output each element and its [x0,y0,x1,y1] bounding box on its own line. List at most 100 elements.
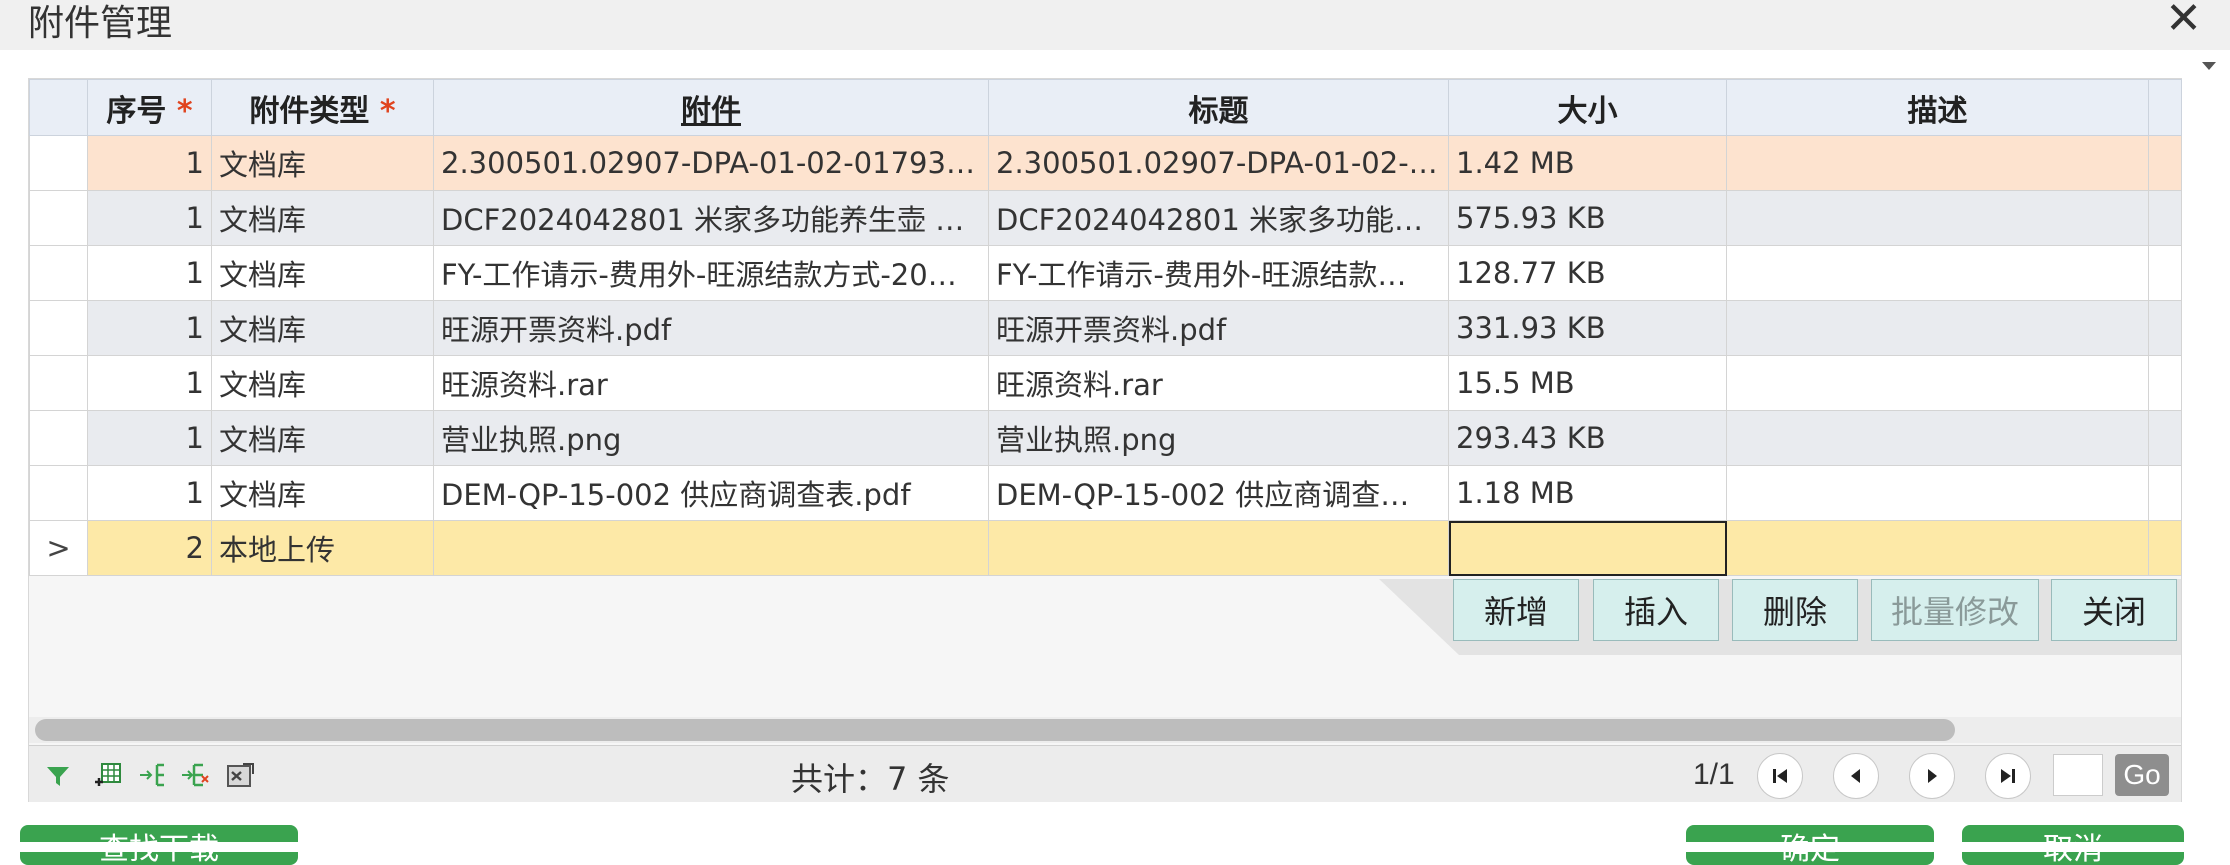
prev-page-icon[interactable] [1833,753,1879,799]
cell-attachment[interactable] [433,520,989,576]
last-page-icon[interactable] [1985,753,2031,799]
grid-add-icon[interactable] [93,760,123,790]
next-page-icon[interactable] [1909,753,1955,799]
cell-filler [2148,135,2182,191]
cell-index[interactable]: 1 [87,135,212,191]
export-icon[interactable] [225,760,255,790]
attachment-table: 序号 * 附件类型 * 附件 标题 大小 描述 1 文档库 2.300501.029… [29,79,2182,576]
cell-index[interactable]: 1 [87,300,212,356]
cell-filler [2148,190,2182,246]
cell-desc[interactable] [1726,410,2149,466]
cell-title[interactable]: FY-工作请示-费用外-旺源结款… [988,245,1449,301]
horizontal-scrollbar-thumb[interactable] [35,719,1955,741]
cell-attachment[interactable]: 旺源资料.rar [433,355,989,411]
column-remove-icon[interactable] [179,760,209,790]
cell-attachment[interactable]: DCF2024042801 米家多功能养生壶 … [433,190,989,246]
table-header-row: 序号 * 附件类型 * 附件 标题 大小 描述 [29,79,2182,136]
cell-filler [2148,410,2182,466]
cell-size[interactable]: 293.43 KB [1448,410,1727,466]
cell-index[interactable]: 1 [87,355,212,411]
table-row[interactable]: 1 文档库 营业执照.png 营业执照.png 293.43 KB [29,410,2182,466]
header-filler [2148,79,2182,136]
cell-index[interactable]: 2 [87,520,212,576]
required-mark: * [176,93,193,129]
cell-desc[interactable] [1726,520,2149,576]
cell-size[interactable] [1448,520,1727,576]
cell-desc[interactable] [1726,135,2149,191]
cell-title[interactable]: 营业执照.png [988,410,1449,466]
go-button[interactable]: Go [2115,754,2169,796]
batch-edit-button[interactable]: 批量修改 [1871,579,2039,641]
row-indicator [29,355,88,411]
column-add-icon[interactable] [137,760,167,790]
cell-filler [2148,355,2182,411]
header-index[interactable]: 序号 * [87,79,212,136]
page-info: 1/1 [1693,758,1735,791]
first-page-icon[interactable] [1757,753,1803,799]
insert-button[interactable]: 插入 [1593,579,1719,641]
cell-desc[interactable] [1726,190,2149,246]
cell-size[interactable]: 128.77 KB [1448,245,1727,301]
cell-size[interactable]: 15.5 MB [1448,355,1727,411]
cell-title[interactable]: 旺源资料.rar [988,355,1449,411]
cell-type[interactable]: 文档库 [211,300,434,356]
delete-button[interactable]: 删除 [1732,579,1858,641]
cell-type[interactable]: 文档库 [211,135,434,191]
cell-filler [2148,465,2182,521]
cell-type[interactable]: 文档库 [211,410,434,466]
cell-title[interactable]: 2.300501.02907-DPA-01-02-0… [988,135,1449,191]
table-row[interactable]: 1 文档库 DCF2024042801 米家多功能养生壶 … DCF202404280… [29,190,2182,246]
table-row[interactable]: 1 文档库 FY-工作请示-费用外-旺源结款方式-20… FY-工作请示-费用外-旺源… [29,245,2182,301]
cell-attachment[interactable]: 2.300501.02907-DPA-01-02-017932-… [433,135,989,191]
table-row[interactable]: 1 文档库 旺源资料.rar 旺源资料.rar 15.5 MB [29,355,2182,411]
header-attachment[interactable]: 附件 [433,79,989,136]
cell-type[interactable]: 文档库 [211,190,434,246]
cell-type[interactable]: 文档库 [211,245,434,301]
cell-type[interactable]: 文档库 [211,355,434,411]
cell-filler [2148,245,2182,301]
header-title[interactable]: 标题 [988,79,1449,136]
cell-size[interactable]: 1.42 MB [1448,135,1727,191]
cell-index[interactable]: 1 [87,245,212,301]
cell-index[interactable]: 1 [87,410,212,466]
header-desc[interactable]: 描述 [1726,79,2149,136]
cell-attachment[interactable]: 旺源开票资料.pdf [433,300,989,356]
cell-desc[interactable] [1726,245,2149,301]
cell-title[interactable]: 旺源开票资料.pdf [988,300,1449,356]
cell-desc[interactable] [1726,300,2149,356]
page-number-input[interactable] [2053,754,2103,796]
close-button[interactable]: 关闭 [2051,579,2177,641]
cell-type[interactable]: 本地上传 [211,520,434,576]
header-size[interactable]: 大小 [1448,79,1727,136]
cell-index[interactable]: 1 [87,190,212,246]
table-row[interactable]: >2 本地上传 [29,520,2182,576]
cell-attachment[interactable]: 营业执照.png [433,410,989,466]
cell-size[interactable]: 331.93 KB [1448,300,1727,356]
cell-desc[interactable] [1726,465,2149,521]
row-indicator: > [29,520,88,576]
filter-icon[interactable] [43,760,73,790]
cell-size[interactable]: 575.93 KB [1448,190,1727,246]
cell-desc[interactable] [1726,355,2149,411]
row-indicator [29,135,88,191]
cell-index[interactable]: 1 [87,465,212,521]
cell-title[interactable] [988,520,1449,576]
dialog-titlebar: 附件管理 ✕ [0,0,2230,50]
cell-size[interactable]: 1.18 MB [1448,465,1727,521]
cell-title[interactable]: DEM-QP-15-002 供应商调查… [988,465,1449,521]
row-indicator [29,410,88,466]
cell-title[interactable]: DCF2024042801 米家多功能养… [988,190,1449,246]
attachment-grid-panel: 序号 * 附件类型 * 附件 标题 大小 描述 1 文档库 2.300501.029… [28,78,2182,802]
header-indicator [29,79,88,136]
required-mark: * [379,93,396,129]
header-type[interactable]: 附件类型 * [211,79,434,136]
scroll-down-arrow-icon[interactable] [2202,62,2216,70]
table-row[interactable]: 1 文档库 DEM-QP-15-002 供应商调查表.pdf DEM-QP-15-00… [29,465,2182,521]
add-button[interactable]: 新增 [1453,579,1579,641]
cell-type[interactable]: 文档库 [211,465,434,521]
cell-attachment[interactable]: FY-工作请示-费用外-旺源结款方式-20… [433,245,989,301]
table-row[interactable]: 1 文档库 旺源开票资料.pdf 旺源开票资料.pdf 331.93 KB [29,300,2182,356]
close-icon[interactable]: ✕ [2165,0,2202,44]
table-row[interactable]: 1 文档库 2.300501.02907-DPA-01-02-017932-… 2.3… [29,135,2182,191]
cell-attachment[interactable]: DEM-QP-15-002 供应商调查表.pdf [433,465,989,521]
